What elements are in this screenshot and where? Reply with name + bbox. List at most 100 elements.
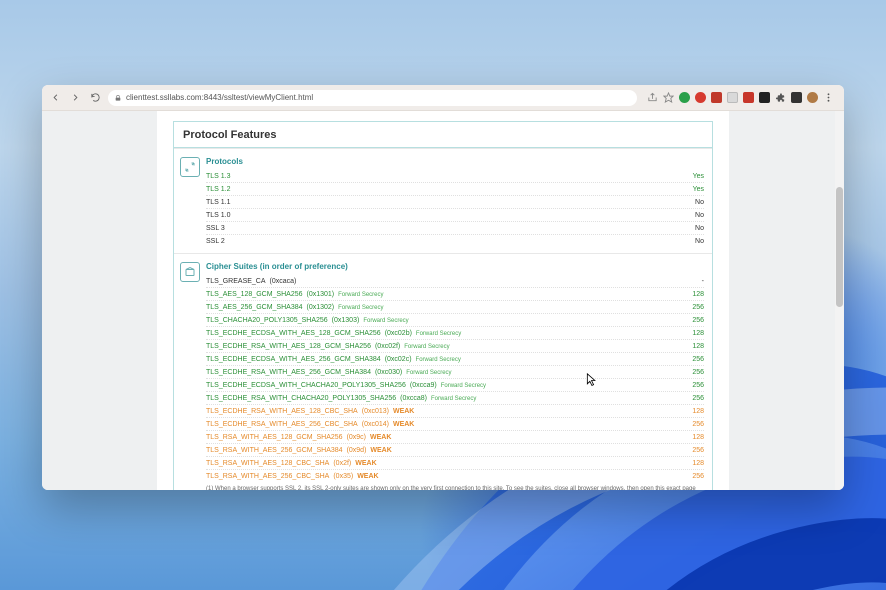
cipher-name: TLS_RSA_WITH_AES_128_GCM_SHA256 [206,434,343,441]
cipher-code: (0xc030) [375,369,402,376]
forward-button[interactable] [68,91,82,105]
cipher-note: Forward Secrecy [416,357,461,363]
extensions-puzzle-icon[interactable] [775,92,786,103]
cipher-row: TLS_RSA_WITH_AES_128_CBC_SHA (0x2f) WEAK 1… [206,456,704,469]
protocol-name: TLS 1.0 [206,212,231,219]
cipher-value: 256 [680,382,704,389]
cipher-name: TLS_RSA_WITH_AES_128_CBC_SHA [206,460,329,467]
protocol-value: No [680,225,704,232]
cipher-note: Forward Secrecy [338,305,383,311]
browser-menu-icon[interactable] [823,92,834,103]
protocol-row: SSL 2No [206,234,704,247]
extension-black-icon[interactable] [759,92,770,103]
cipher-code: (0xcaca) [270,278,297,285]
cipher-value: 128 [680,291,704,298]
cipher-name: TLS_CHACHA20_POLY1305_SHA256 [206,317,328,324]
cipher-value: 256 [680,447,704,454]
profile-avatar-icon[interactable] [807,92,818,103]
cipher-code: (0x2f) [333,460,351,467]
cipher-weak-label: WEAK [357,473,378,480]
protocol-name: TLS 1.1 [206,199,231,206]
extension-grey-icon[interactable] [727,92,738,103]
url-text: clienttest.ssllabs.com:8443/ssltest/view… [126,93,313,102]
cipher-code: (0xc02c) [385,356,412,363]
cipher-name: TLS_AES_128_GCM_SHA256 [206,291,303,298]
cipher-weak-label: WEAK [393,421,414,428]
extension-dark-icon[interactable] [791,92,802,103]
page-content: Protocol Features Protocols TLS 1.3YesTL… [157,111,729,490]
protocol-row: TLS 1.0No [206,208,704,221]
protocol-value: No [680,199,704,206]
cipher-value: 128 [680,408,704,415]
extension-red-square-icon[interactable] [743,92,754,103]
protocol-row: TLS 1.1 No [206,195,704,208]
cipher-row: TLS_CHACHA20_POLY1305_SHA256(0x1303) For… [206,313,704,326]
cipher-weak-label: WEAK [393,408,414,415]
cipher-value: 128 [680,434,704,441]
browser-viewport: Protocol Features Protocols TLS 1.3YesTL… [42,111,844,490]
cipher-row: TLS_RSA_WITH_AES_256_CBC_SHA (0x35) WEAK 2… [206,469,704,482]
cipher-note: Forward Secrecy [404,344,449,350]
cipher-code: (0xc013) [362,408,389,415]
protocol-name: SSL 3 [206,225,225,232]
bookmark-star-icon[interactable] [663,92,674,103]
cipher-value: 128 [680,330,704,337]
cipher-name: TLS_ECDHE_ECDSA_WITH_AES_256_GCM_SHA384 [206,356,381,363]
reload-button[interactable] [88,91,102,105]
cipher-code: (0xcca8) [400,395,427,402]
cipher-code: (0xc02f) [375,343,400,350]
cipher-value: 256 [680,304,704,311]
cipher-note: Forward Secrecy [363,318,408,324]
cipher-name: TLS_ECDHE_ECDSA_WITH_CHACHA20_POLY1305_S… [206,382,406,389]
cipher-row: TLS_ECDHE_RSA_WITH_AES_256_GCM_SHA384 (0x… [206,365,704,378]
cipher-name: TLS_ECDHE_RSA_WITH_AES_256_GCM_SHA384 [206,369,371,376]
address-bar[interactable]: clienttest.ssllabs.com:8443/ssltest/view… [108,90,637,106]
cipher-code: (0xc02b) [385,330,412,337]
ciphers-header: Cipher Suites (in order of preference) [206,260,704,275]
browser-toolbar: clienttest.ssllabs.com:8443/ssltest/view… [42,85,844,111]
cipher-value: 256 [680,356,704,363]
cipher-code: (0x9c) [347,434,366,441]
cipher-code: (0x35) [333,473,353,480]
protocol-name: TLS 1.3 [206,173,231,180]
cipher-value: - [680,278,704,285]
cipher-value: 256 [680,369,704,376]
cipher-row: TLS_ECDHE_RSA_WITH_AES_128_GCM_SHA256(0x… [206,339,704,352]
cipher-note: Forward Secrecy [416,331,461,337]
cipher-code: (0x1301) [307,291,335,298]
cipher-weak-label: WEAK [355,460,376,467]
cipher-name: TLS_RSA_WITH_AES_256_CBC_SHA [206,473,329,480]
cipher-code: (0x9d) [347,447,367,454]
cipher-name: TLS_ECDHE_RSA_WITH_CHACHA20_POLY1305_SHA… [206,395,396,402]
cipher-value: 256 [680,317,704,324]
cipher-note: Forward Secrecy [338,292,383,298]
scrollbar-track[interactable] [835,111,844,490]
protocol-value: No [680,238,704,245]
cipher-note: Forward Secrecy [441,383,486,389]
protocol-value: Yes [680,173,704,180]
scrollbar-thumb[interactable] [836,187,843,307]
ciphers-section: Cipher Suites (in order of preference) T… [174,253,712,490]
cipher-row: TLS_GREASE_CA(0xcaca)- [206,275,704,287]
cipher-name: TLS_ECDHE_RSA_WITH_AES_128_CBC_SHA [206,408,358,415]
protocols-section: Protocols TLS 1.3YesTLS 1.2YesTLS 1.1NoT… [174,148,712,253]
cipher-value: 128 [680,343,704,350]
cipher-row: TLS_AES_128_GCM_SHA256 (0x1301) Forward S… [206,287,704,300]
cipher-code: (0x1302) [307,304,335,311]
extension-red-icon[interactable] [711,92,722,103]
share-icon[interactable] [647,92,658,103]
protocol-features-card: Protocol Features Protocols TLS 1.3YesTL… [173,121,713,490]
extension-green-icon[interactable] [679,92,690,103]
cipher-name: TLS_AES_256_GCM_SHA384 [206,304,303,311]
cipher-name: TLS_ECDHE_RSA_WITH_AES_256_CBC_SHA [206,421,358,428]
cipher-note: Forward Secrecy [431,396,476,402]
cipher-name: TLS_RSA_WITH_AES_256_GCM_SHA384 [206,447,343,454]
cipher-row: TLS_ECDHE_ECDSA_WITH_AES_128_GCM_SHA256(… [206,326,704,339]
cipher-row: TLS_ECDHE_RSA_WITH_AES_256_CBC_SHA(0xc01… [206,417,704,430]
protocol-row: TLS 1.2Yes [206,182,704,195]
back-button[interactable] [48,91,62,105]
cipher-value: 256 [680,473,704,480]
extension-red-dot-icon[interactable] [695,92,706,103]
cipher-value: 128 [680,460,704,467]
protocols-header: Protocols [206,155,704,170]
